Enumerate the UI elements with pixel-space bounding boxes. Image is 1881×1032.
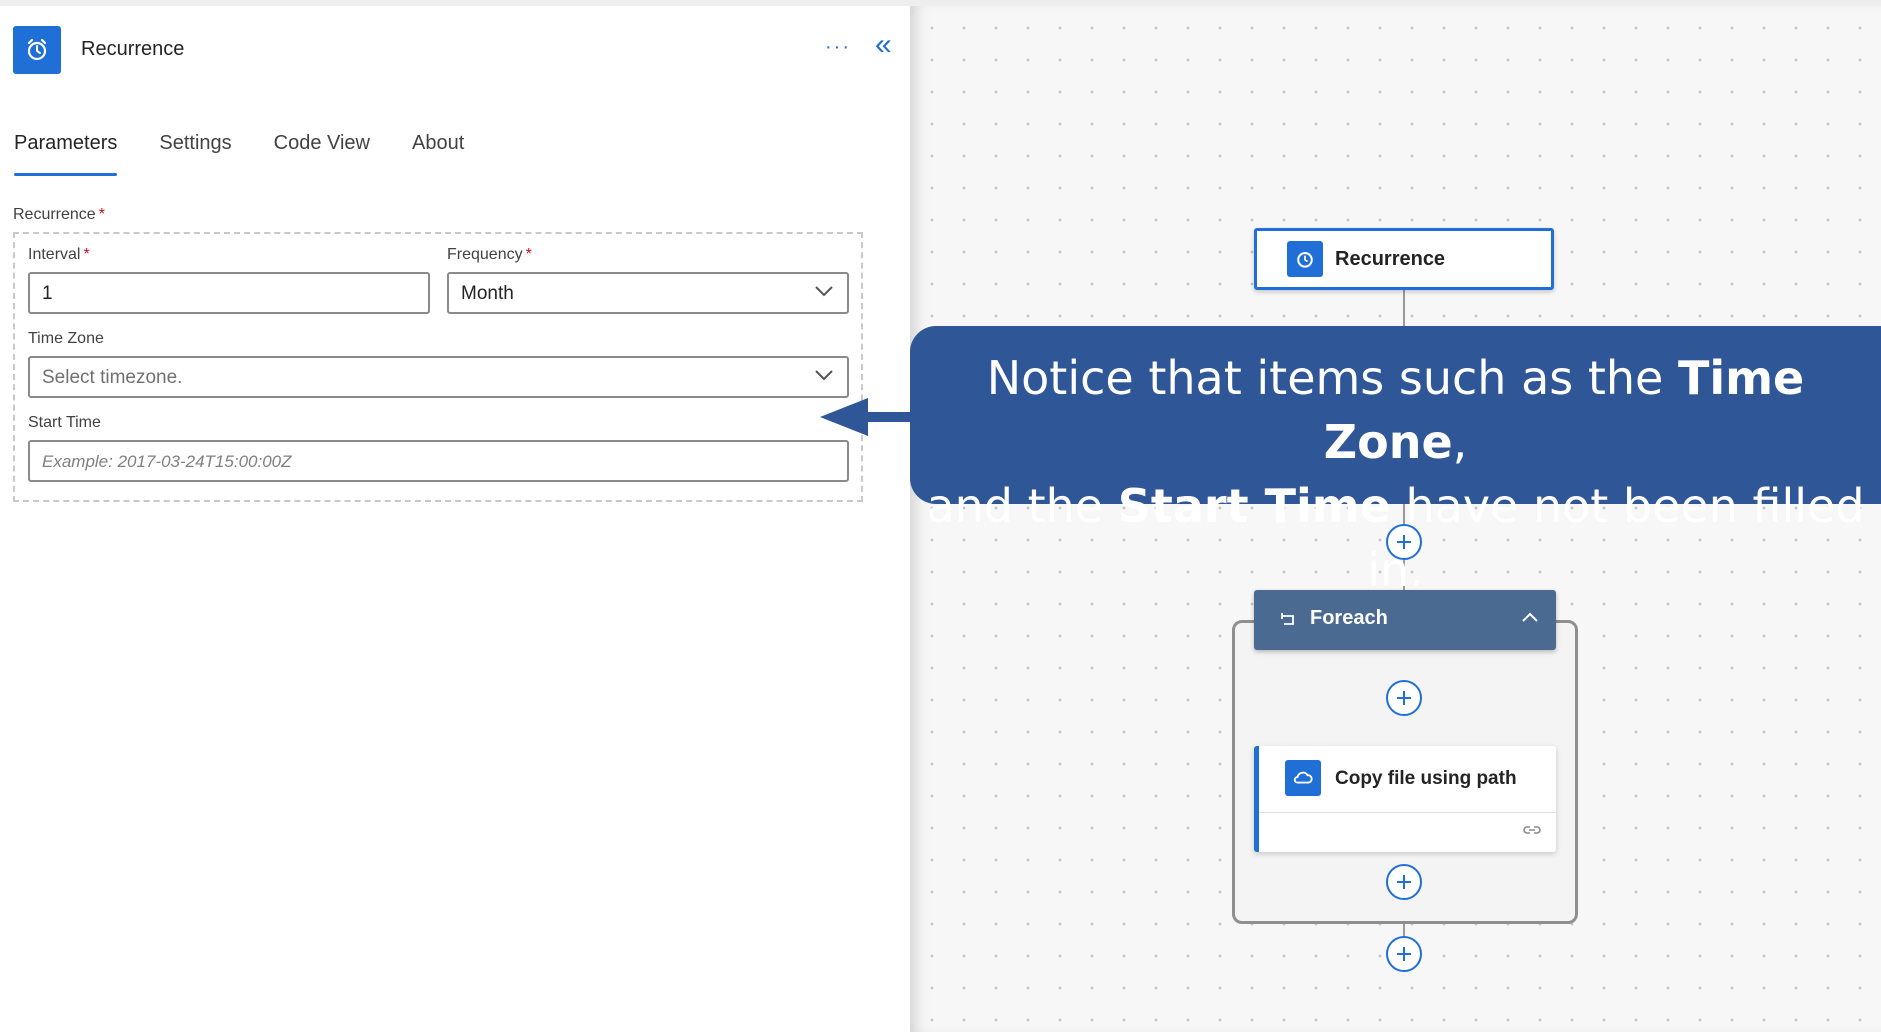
callout-line2-bold: Start Time (1117, 479, 1391, 533)
required-mark: * (83, 246, 90, 263)
connector-line (1403, 290, 1405, 326)
callout-line1-prefix: Notice that items such as the (986, 351, 1678, 405)
panel-header: Recurrence ··· « (13, 24, 903, 76)
callout-text: Notice that items such as the Time Zone,… (910, 346, 1881, 602)
start-time-label: Start Time (28, 414, 101, 431)
start-time-input[interactable]: Example: 2017-03-24T15:00:00Z (28, 440, 849, 482)
callout-line-1: Notice that items such as the Time Zone, (910, 346, 1881, 474)
tab-bar: Parameters Settings Code View About (14, 126, 506, 176)
frequency-dropdown[interactable]: Month (447, 272, 849, 314)
cloud-file-icon (1285, 760, 1321, 796)
chevron-up-icon[interactable] (1520, 608, 1540, 628)
plus-circle-icon[interactable] (1386, 680, 1422, 716)
required-mark: * (98, 206, 105, 223)
link-icon (1523, 826, 1541, 834)
annotation-callout: Notice that items such as the Time Zone,… (910, 326, 1881, 597)
recurrence-trigger-node[interactable]: Recurrence (1254, 228, 1554, 290)
node-divider (1259, 812, 1556, 813)
interval-label-text: Interval (28, 246, 81, 263)
chevron-down-icon (815, 286, 833, 297)
foreach-node-title: Foreach (1310, 607, 1388, 629)
copy-file-node[interactable]: Copy file using path (1254, 746, 1556, 852)
recurrence-section-label: Recurrence * (13, 206, 105, 224)
more-options-icon[interactable]: ··· (825, 36, 851, 59)
callout-line2-suffix: have not been filled in. (1367, 479, 1865, 597)
tab-parameters[interactable]: Parameters (14, 126, 118, 176)
interval-input[interactable]: 1 (28, 272, 430, 314)
recurrence-label-text: Recurrence (13, 206, 96, 223)
frequency-label-text: Frequency (447, 246, 523, 263)
alarm-clock-icon (13, 26, 61, 74)
callout-line-2: and the Start Time have not been filled … (910, 474, 1881, 602)
frequency-value: Month (461, 283, 514, 304)
tab-about[interactable]: About (412, 126, 464, 176)
time-zone-label: Time Zone (28, 330, 104, 347)
panel-title: Recurrence (81, 38, 185, 60)
alarm-clock-icon (1287, 241, 1323, 277)
callout-line2-prefix: and the (926, 479, 1118, 533)
collapse-double-chevron-icon[interactable]: « (875, 30, 892, 60)
callout-arrow-shaft (866, 412, 916, 422)
callout-line1-suffix: , (1452, 415, 1468, 469)
loop-icon (1281, 613, 1294, 625)
plus-circle-icon[interactable] (1386, 864, 1422, 900)
frequency-label: Frequency * (447, 246, 532, 264)
time-zone-placeholder: Select timezone. (42, 367, 183, 388)
callout-arrow-head (820, 398, 868, 436)
tab-code-view[interactable]: Code View (274, 126, 370, 176)
copy-node-title: Copy file using path (1335, 768, 1517, 789)
tab-settings[interactable]: Settings (159, 126, 231, 176)
plus-circle-icon[interactable] (1386, 936, 1422, 972)
time-zone-dropdown[interactable]: Select timezone. (28, 356, 849, 398)
recurrence-node-title: Recurrence (1335, 248, 1446, 270)
chevron-down-icon (815, 370, 833, 381)
required-mark: * (525, 246, 532, 263)
recurrence-field-group: Interval * 1 Frequency * Month Time Zone S… (13, 232, 863, 502)
interval-label: Interval * (28, 246, 90, 264)
action-settings-panel: Recurrence ··· « Parameters Settings Cod… (0, 6, 910, 1032)
